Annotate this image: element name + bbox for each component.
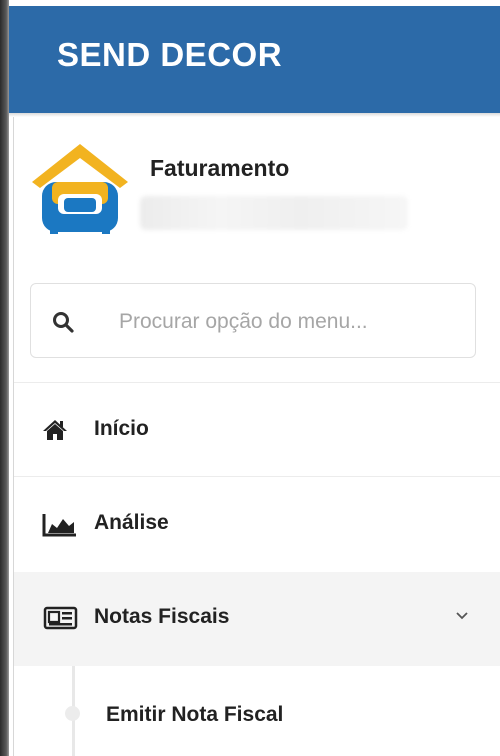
submenu-item-emitir-nota-fiscal[interactable]: Emitir Nota Fiscal bbox=[106, 703, 283, 727]
app-header: SEND DECOR bbox=[9, 6, 500, 113]
divider bbox=[14, 382, 500, 383]
submenu-bullet bbox=[65, 706, 80, 721]
menu-search-input[interactable] bbox=[117, 302, 461, 342]
redacted-subtitle bbox=[140, 196, 408, 230]
header-shadow bbox=[9, 113, 500, 117]
sofa-house-logo-icon bbox=[32, 144, 128, 234]
menu-search-box[interactable] bbox=[30, 283, 476, 358]
menu-item-label: Início bbox=[94, 417, 149, 440]
home-icon bbox=[43, 420, 67, 440]
divider bbox=[14, 476, 500, 477]
window-frame-left bbox=[0, 0, 9, 756]
menu-item-notas-fiscais[interactable]: Notas Fiscais bbox=[14, 572, 500, 666]
area-chart-icon bbox=[42, 514, 76, 537]
brand-title: SEND DECOR bbox=[57, 36, 283, 73]
profile-title: Faturamento bbox=[150, 155, 290, 181]
menu-item-label: Notas Fiscais bbox=[94, 605, 230, 628]
menu-item-analise[interactable]: Análise bbox=[14, 478, 500, 570]
chevron-down-icon[interactable] bbox=[454, 608, 470, 622]
search-icon bbox=[53, 312, 74, 333]
newspaper-icon bbox=[43, 606, 78, 630]
menu-item-label: Análise bbox=[94, 511, 169, 534]
menu-item-inicio[interactable]: Início bbox=[14, 384, 500, 476]
